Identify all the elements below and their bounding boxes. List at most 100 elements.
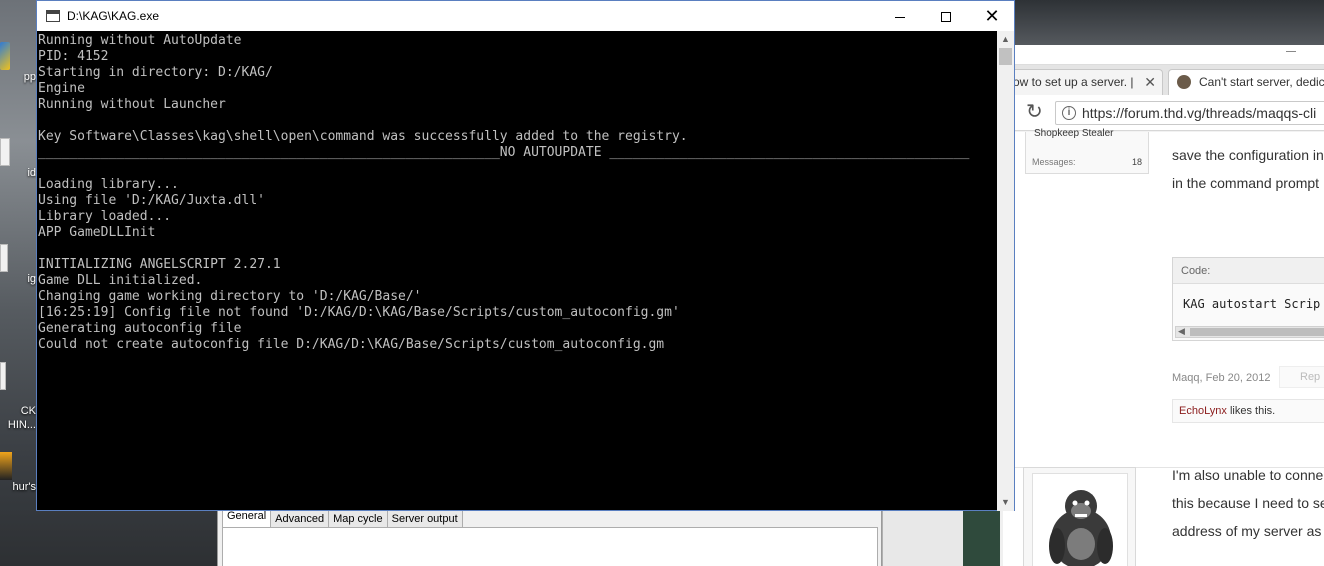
scrollbar-thumb[interactable] <box>1190 328 1324 336</box>
liker-link[interactable]: EchoLynx <box>1179 405 1227 417</box>
maximize-button[interactable] <box>923 1 969 31</box>
console-titlebar[interactable]: D:\KAG\KAG.exe ✕ <box>37 1 1014 31</box>
close-icon[interactable]: ✕ <box>1144 70 1156 94</box>
console-line: INITIALIZING ANGELSCRIPT 2.27.1 <box>38 257 281 272</box>
user-info-box: Shopkeep Stealer Messages: 18 <box>1025 128 1149 174</box>
reload-icon[interactable]: ↻ <box>1026 102 1043 122</box>
reply-button[interactable]: Rep <box>1279 366 1324 388</box>
console-line: Changing game working directory to 'D:/K… <box>38 289 422 304</box>
console-scrollbar[interactable]: ▲ ▼ <box>997 31 1014 511</box>
console-line: Game DLL initialized. <box>38 273 203 288</box>
forum-thread: Shopkeep Stealer Messages: 18 save the c… <box>1003 128 1324 566</box>
browser-window: ow to set up a server. | ✕ Can't start s… <box>1000 45 1324 566</box>
window-title: D:\KAG\KAG.exe <box>67 9 160 23</box>
desktop-icons: pp id ig CK HIN... hur's <box>0 30 36 566</box>
console-line: Could not create autoconfig file D:/KAG/… <box>38 337 665 352</box>
console-line: ________________________________________… <box>38 145 970 160</box>
console-line: PID: 4152 <box>38 49 109 64</box>
document-icon <box>0 362 6 390</box>
browser-tab-title: Can't start server, dedic <box>1199 75 1324 89</box>
kag-config-window: General Advanced Map cycle Server output <box>217 505 882 566</box>
config-panel <box>222 527 878 566</box>
site-info-icon[interactable]: i <box>1062 106 1076 120</box>
console-app-icon[interactable] <box>46 10 60 22</box>
config-tabs: General Advanced Map cycle Server output <box>222 506 463 527</box>
console-line: Generating autoconfig file <box>38 321 242 336</box>
messages-count: 18 <box>1131 157 1142 167</box>
minimize-icon <box>895 16 905 18</box>
user-title: Shopkeep Stealer <box>1034 128 1114 139</box>
post-text-line: address of my server as <box>1172 523 1322 539</box>
desktop-shortcut[interactable]: ig <box>0 244 36 286</box>
close-button[interactable]: ✕ <box>969 1 1015 31</box>
desktop-shortcut[interactable]: pp <box>0 42 36 84</box>
console-line: Loading library... <box>38 177 179 192</box>
window-frame-edge <box>882 505 964 566</box>
post-author-date[interactable]: Maqq, Feb 20, 2012 <box>1172 372 1270 384</box>
console-line: Key Software\Classes\kag\shell\open\comm… <box>38 129 688 144</box>
browser-tabstrip: ow to set up a server. | ✕ Can't start s… <box>1000 65 1324 95</box>
likes-summary: EchoLynx likes this. <box>1172 399 1324 423</box>
app-shortcut-icon <box>0 42 10 70</box>
console-output[interactable]: Running without AutoUpdate PID: 4152 Start… <box>37 31 997 511</box>
scrollbar-thumb[interactable] <box>999 48 1012 65</box>
desktop-shortcut[interactable]: hur's <box>0 452 36 494</box>
document-icon <box>0 138 10 166</box>
console-line: Library loaded... <box>38 209 172 224</box>
close-icon: ✕ <box>984 6 1000 26</box>
post-text-line: in the command prompt <box>1172 175 1320 191</box>
scroll-up-icon[interactable]: ▲ <box>997 31 1014 48</box>
console-line: APP GameDLLInit <box>38 225 156 240</box>
address-bar[interactable]: i https://forum.thd.vg/threads/maqqs-cli <box>1055 101 1324 125</box>
minimize-button[interactable] <box>877 1 923 31</box>
messages-label: Messages: <box>1032 157 1076 167</box>
console-line: [16:25:19] Config file not found 'D:/KAG… <box>38 305 680 320</box>
scroll-left-icon[interactable]: ◀ <box>1178 326 1185 337</box>
console-line: Using file 'D:/KAG/Juxta.dll' <box>38 193 265 208</box>
browser-tab-active[interactable]: Can't start server, dedic <box>1168 69 1324 95</box>
desktop-shortcut-label: CK HIN... <box>7 405 36 431</box>
document-icon <box>0 244 8 272</box>
browser-titlebar <box>1000 45 1324 65</box>
code-text: KAG autostart Scrip <box>1183 297 1321 311</box>
tab-server-output[interactable]: Server output <box>386 509 463 527</box>
likes-suffix: likes this. <box>1226 405 1276 417</box>
code-block: Code: KAG autostart Scrip ◀ <box>1172 257 1324 341</box>
browser-toolbar: ↻ i https://forum.thd.vg/threads/maqqs-c… <box>1000 95 1324 131</box>
post-text-line: I'm also unable to conne <box>1172 467 1324 483</box>
desktop-shortcut-label: ig <box>27 273 36 285</box>
browser-minimize-button[interactable] <box>1286 51 1296 52</box>
console-line: Running without Launcher <box>38 97 226 112</box>
background-window-edge <box>963 505 1003 566</box>
avatar[interactable] <box>1023 467 1136 566</box>
tab-map-cycle[interactable]: Map cycle <box>328 509 388 527</box>
maximize-icon <box>941 12 951 23</box>
game-shortcut-icon <box>0 452 12 480</box>
avatar-frame <box>1032 473 1128 566</box>
browser-tab-title: ow to set up a server. | <box>1013 75 1134 89</box>
browser-tab[interactable]: ow to set up a server. | ✕ <box>1000 69 1163 95</box>
console-line: Starting in directory: D:/KAG/ <box>38 65 273 80</box>
scroll-down-icon[interactable]: ▼ <box>997 494 1014 511</box>
browser-content: Shopkeep Stealer Messages: 18 save the c… <box>1000 128 1324 566</box>
reply-label: Rep <box>1300 371 1321 383</box>
forum-favicon-icon <box>1177 75 1191 89</box>
desktop-shortcut[interactable]: id <box>0 138 36 180</box>
desktop-shortcut[interactable]: CK HIN... <box>0 348 36 432</box>
code-label: Code: <box>1173 258 1324 284</box>
tab-advanced[interactable]: Advanced <box>270 509 330 527</box>
console-window: D:\KAG\KAG.exe ✕ Running without AutoUpd… <box>36 0 1015 511</box>
gorilla-avatar-icon <box>1049 490 1113 566</box>
code-scrollbar[interactable]: ◀ <box>1175 326 1324 338</box>
desktop-shortcut-label: id <box>27 167 36 179</box>
console-line: Engine <box>38 81 85 96</box>
desktop-shortcut-label: hur's <box>12 481 37 493</box>
post-text-line: this because I need to se <box>1172 495 1324 511</box>
desktop-shortcut-label: pp <box>23 71 36 83</box>
console-line: Running without AutoUpdate <box>38 33 242 48</box>
wallpaper-sky <box>1000 0 1324 45</box>
address-bar-url: https://forum.thd.vg/threads/maqqs-cli <box>1082 105 1317 121</box>
